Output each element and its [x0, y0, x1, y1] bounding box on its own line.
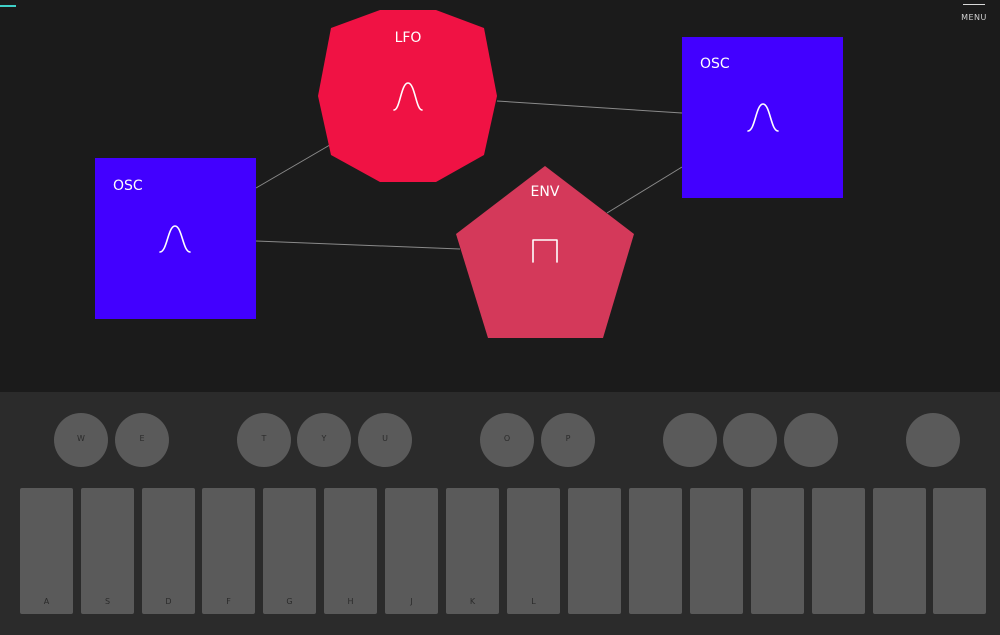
black-key[interactable] — [723, 413, 777, 467]
white-key-f[interactable]: F — [202, 488, 255, 614]
key-label: G — [286, 597, 293, 606]
white-key-h[interactable]: H — [324, 488, 377, 614]
white-key-l[interactable]: L — [507, 488, 560, 614]
key-label: F — [226, 597, 231, 606]
black-key-e[interactable]: E — [115, 413, 169, 467]
white-key[interactable] — [933, 488, 986, 614]
wire-osc-left-env — [255, 240, 461, 250]
key-label: D — [165, 597, 172, 606]
black-key-u[interactable]: U — [358, 413, 412, 467]
key-label: W — [77, 434, 85, 443]
key-label: P — [565, 434, 571, 443]
osc-right-node[interactable]: OSC — [682, 37, 843, 198]
white-key[interactable] — [812, 488, 865, 614]
key-label: H — [347, 597, 354, 606]
white-key[interactable] — [568, 488, 621, 614]
key-label: E — [139, 434, 145, 443]
key-label: L — [531, 597, 536, 606]
lfo-node[interactable]: LFO — [318, 10, 497, 182]
white-key-g[interactable]: G — [263, 488, 316, 614]
wire-env-osc-right — [606, 166, 683, 214]
key-label: T — [261, 434, 267, 443]
wire-osc-left-lfo — [255, 141, 336, 189]
env-node[interactable]: ENV — [456, 166, 634, 338]
osc-right-label: OSC — [700, 56, 730, 72]
wire-lfo-osc-right — [496, 100, 683, 114]
black-key[interactable] — [906, 413, 960, 467]
white-key-j[interactable]: J — [385, 488, 438, 614]
white-key[interactable] — [751, 488, 804, 614]
osc-left-label: OSC — [113, 178, 143, 194]
piano-keyboard: W E T Y U O P A S D F G H J K L — [0, 392, 1000, 635]
black-key-o[interactable]: O — [480, 413, 534, 467]
black-key[interactable] — [663, 413, 717, 467]
white-key[interactable] — [629, 488, 682, 614]
env-label: ENV — [531, 184, 560, 200]
black-key[interactable] — [784, 413, 838, 467]
lfo-label: LFO — [395, 30, 422, 46]
white-key-d[interactable]: D — [142, 488, 195, 614]
black-key-t[interactable]: T — [237, 413, 291, 467]
key-label: S — [104, 597, 111, 606]
white-key-a[interactable]: A — [20, 488, 73, 614]
patch-canvas[interactable]: LFO OSC OSC ENV — [0, 0, 1000, 392]
black-key-y[interactable]: Y — [297, 413, 351, 467]
white-key[interactable] — [873, 488, 926, 614]
key-label: O — [503, 434, 511, 443]
white-key[interactable] — [690, 488, 743, 614]
white-key-s[interactable]: S — [81, 488, 134, 614]
key-label: K — [469, 597, 476, 606]
key-label: Y — [321, 434, 327, 443]
patch-graph: LFO OSC OSC ENV — [95, 10, 843, 338]
key-label: A — [43, 597, 50, 606]
black-key-p[interactable]: P — [541, 413, 595, 467]
black-key-w[interactable]: W — [54, 413, 108, 467]
key-label: U — [382, 434, 388, 443]
osc-left-node[interactable]: OSC — [95, 158, 256, 319]
key-label: J — [410, 597, 413, 606]
white-key-k[interactable]: K — [446, 488, 499, 614]
